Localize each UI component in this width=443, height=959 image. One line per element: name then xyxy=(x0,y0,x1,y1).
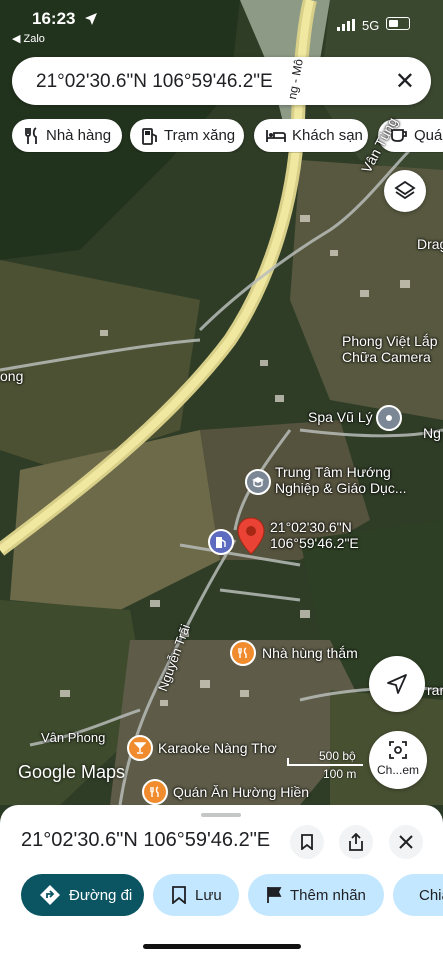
share-icon-button[interactable] xyxy=(339,825,373,859)
close-icon xyxy=(399,835,413,849)
restaurant-icon xyxy=(238,647,247,658)
share-icon xyxy=(349,833,363,851)
layers-icon xyxy=(394,180,416,200)
cocktail-icon xyxy=(134,742,146,754)
share-button[interactable]: Chia sẻ xyxy=(393,874,443,916)
action-label: Chia sẻ xyxy=(419,886,443,904)
school-icon xyxy=(252,477,264,488)
poi-label-nha-hung-tham[interactable]: Nhà hùng thắm xyxy=(262,645,358,661)
map-label-van-phong: Vân Phong xyxy=(41,730,106,745)
poi-label-quan-an[interactable]: Quán Ăn Hường Hiền xyxy=(173,784,309,800)
hotel-icon xyxy=(266,129,286,142)
lens-label: Ch...em xyxy=(376,763,419,777)
map-label-long: ong xyxy=(0,368,24,384)
poi-label-spa[interactable]: Spa Vũ Lý xyxy=(308,409,373,425)
chip-restaurants[interactable]: Nhà hàng xyxy=(12,119,122,152)
my-location-button[interactable] xyxy=(369,656,425,712)
poi-karaoke-marker[interactable] xyxy=(127,735,153,761)
back-to-app-link[interactable]: ◀ Zalo xyxy=(12,32,45,45)
sheet-drag-handle[interactable] xyxy=(201,813,241,817)
search-bar[interactable]: 21°02'30.6"N 106°59'46.2"E ✕ xyxy=(12,57,431,105)
gas-station-icon xyxy=(142,127,157,145)
chip-gas-stations[interactable]: Trạm xăng xyxy=(130,119,244,152)
chip-label: Khách sạn xyxy=(292,127,363,144)
restaurant-icon xyxy=(150,786,159,797)
poi-quan-an-marker[interactable] xyxy=(142,779,168,805)
scale-meters: 100 m xyxy=(323,767,357,781)
flag-icon xyxy=(267,887,282,903)
poi-spa-marker[interactable] xyxy=(376,405,402,431)
poi-school-marker[interactable] xyxy=(245,469,271,495)
battery-icon xyxy=(386,17,410,30)
search-query[interactable]: 21°02'30.6"N 106°59'46.2"E xyxy=(36,71,273,93)
save-button[interactable]: Lưu xyxy=(153,874,239,916)
add-label-button[interactable]: Thêm nhãn xyxy=(248,874,384,916)
map-scale: 500 bộ 100 m xyxy=(287,749,365,783)
chip-label: Trạm xăng xyxy=(164,127,236,144)
directions-button[interactable]: Đường đi xyxy=(21,874,144,916)
home-indicator xyxy=(143,944,301,949)
scale-feet: 500 bộ xyxy=(319,749,356,763)
map-label-drag: Drag xyxy=(417,236,443,252)
chip-label: Quán xyxy=(414,127,443,144)
navigation-arrow-icon xyxy=(387,674,407,694)
lens-button[interactable]: Ch...em xyxy=(369,731,427,789)
bookmark-icon xyxy=(172,886,186,904)
action-label: Thêm nhãn xyxy=(290,886,366,904)
gas-station-icon xyxy=(216,536,226,548)
place-bottom-sheet[interactable]: 21°02'30.6"N 106°59'46.2"E Đường đi Lưu … xyxy=(0,805,443,959)
status-bar: 16:23 ◀ Zalo 5G xyxy=(0,0,443,50)
restaurant-icon xyxy=(25,126,37,144)
camera-scan-icon xyxy=(389,741,407,759)
layers-button[interactable] xyxy=(384,170,426,212)
poi-label-phong-viet[interactable]: Phong Việt Lắp Chữa Camera xyxy=(342,333,438,365)
pin-dot-icon xyxy=(386,415,392,421)
place-title: 21°02'30.6"N 106°59'46.2"E xyxy=(21,829,271,851)
chip-hotels[interactable]: Khách sạn xyxy=(254,119,368,152)
signal-icon xyxy=(337,19,355,31)
chip-label: Nhà hàng xyxy=(46,127,112,144)
bookmark-icon xyxy=(301,834,313,850)
poi-label-karaoke[interactable]: Karaoke Nàng Thơ xyxy=(158,740,277,756)
google-maps-logo: Google Maps xyxy=(18,762,126,782)
action-label: Lưu xyxy=(195,886,222,904)
directions-icon xyxy=(40,885,60,905)
close-sheet-button[interactable] xyxy=(389,825,423,859)
clock: 16:23 xyxy=(32,9,76,28)
poi-label-trung-tam[interactable]: Trung Tâm Hướng Nghiệp & Giáo Dục... xyxy=(275,464,407,496)
network-type: 5G xyxy=(362,18,380,33)
close-icon[interactable]: ✕ xyxy=(395,67,415,96)
pin-coordinates-label: 21°02'30.6"N 106°59'46.2"E xyxy=(270,519,359,551)
save-icon-button[interactable] xyxy=(290,825,324,859)
map-label-ram: ram xyxy=(427,682,443,698)
map-label-ng: Ng xyxy=(423,425,441,441)
selected-location-pin-icon[interactable] xyxy=(237,517,265,555)
poi-restaurant-marker[interactable] xyxy=(230,640,256,666)
action-label: Đường đi xyxy=(69,886,133,904)
location-arrow-icon xyxy=(85,13,97,25)
poi-gas-marker[interactable] xyxy=(208,529,234,555)
